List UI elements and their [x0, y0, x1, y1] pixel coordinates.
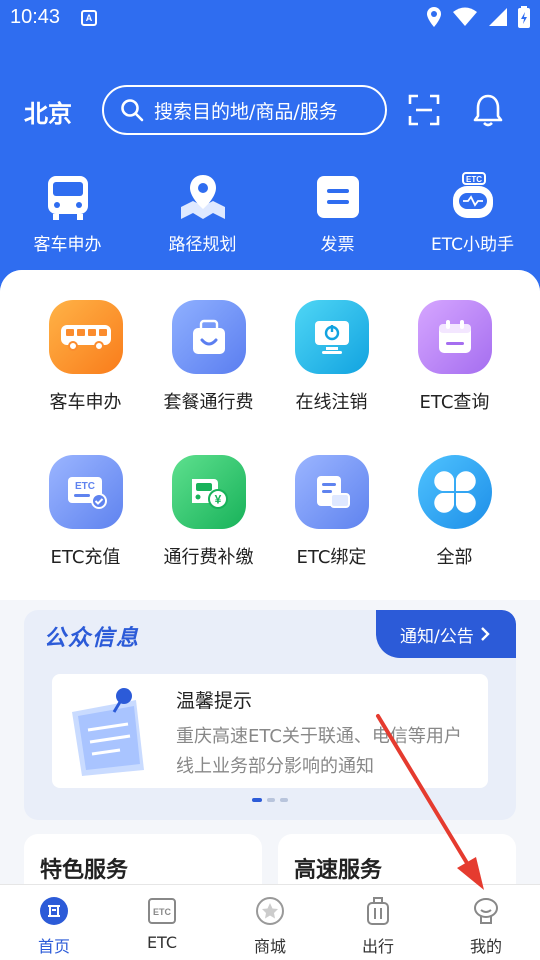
- bus-icon: [60, 325, 111, 351]
- home-icon: [40, 897, 68, 925]
- quick-action-label: 客车申办: [33, 235, 102, 255]
- nav-travel[interactable]: 出行: [324, 885, 432, 960]
- status-bar: 10:43 A: [0, 0, 540, 38]
- service-etc-bind[interactable]: ETC绑定: [270, 455, 393, 569]
- header-background: [0, 0, 540, 300]
- clover-icon: [433, 471, 476, 513]
- carousel-dot: [267, 798, 275, 802]
- service-label: ETC绑定: [296, 547, 367, 568]
- svg-text:¥: ¥: [214, 493, 221, 507]
- public-info-title: 公众信息: [44, 626, 141, 651]
- carousel-indicator: [252, 798, 288, 802]
- svg-text:ETC: ETC: [75, 481, 95, 492]
- search-input[interactable]: 搜索目的地/商品/服务: [102, 85, 387, 135]
- quick-actions: 客车申办 路径规划 发票 ETC ETC小助手: [0, 172, 540, 255]
- service-grid-row-1: 客车申办 套餐通行费 在线注销 ETC查询: [24, 300, 516, 414]
- notice-tab-label: 通知/公告: [400, 626, 474, 647]
- etc-tab-icon: ETC: [148, 898, 176, 924]
- signal-icon: [489, 8, 507, 26]
- notice-banner[interactable]: 温馨提示 重庆高速ETC关于联通、电信等用户线上业务部分影响的通知: [52, 674, 488, 788]
- battery-icon: [518, 6, 530, 28]
- search-placeholder: 搜索目的地/商品/服务: [154, 100, 338, 123]
- featured-services-title: 特色服务: [40, 858, 129, 883]
- carousel-dot-active: [252, 798, 262, 802]
- status-time: 10:43: [10, 6, 61, 28]
- quick-action-invoice[interactable]: 发票: [270, 172, 405, 255]
- svg-text:ETC: ETC: [466, 175, 482, 184]
- service-label: ETC充值: [50, 547, 121, 568]
- city-selector[interactable]: 北京: [24, 94, 72, 129]
- quick-action-route[interactable]: 路径规划: [135, 172, 270, 255]
- luggage-icon: [367, 897, 389, 925]
- nav-label: 商城: [253, 937, 286, 956]
- quick-action-label: 路径规划: [168, 235, 237, 255]
- nav-label: 首页: [37, 937, 70, 956]
- package-bag-icon: [192, 319, 225, 354]
- scan-icon[interactable]: [408, 94, 440, 126]
- nav-label: 出行: [361, 937, 394, 956]
- service-etc-query[interactable]: ETC查询: [393, 300, 516, 414]
- notice-announcement-link[interactable]: 通知/公告: [376, 610, 516, 658]
- pinned-note-icon: [72, 688, 144, 776]
- carousel-dot: [280, 798, 288, 802]
- service-etc-recharge[interactable]: ETC ETC充值: [24, 455, 147, 569]
- search-icon: [121, 99, 144, 122]
- notice-text: 重庆高速ETC关于联通、电信等用户线上业务部分影响的通知: [176, 726, 462, 777]
- invoice-icon: [316, 176, 359, 218]
- bell-icon[interactable]: [472, 93, 504, 127]
- service-online-cancel[interactable]: 在线注销: [270, 300, 393, 414]
- nav-label: 我的: [469, 937, 502, 956]
- service-label: 客车申办: [49, 392, 122, 413]
- nav-home[interactable]: 首页: [0, 885, 108, 960]
- service-label: 套餐通行费: [163, 392, 254, 413]
- public-info-card: 公众信息 通知/公告 温馨提示 重庆高速ETC关于联通、电信等用户线上业务部分影…: [24, 610, 516, 820]
- document-card-icon: [316, 476, 350, 508]
- notification-app-icon: A: [81, 10, 97, 26]
- quick-action-bus[interactable]: 客车申办: [0, 172, 135, 255]
- quick-action-label: 发票: [320, 235, 355, 255]
- highway-services-title: 高速服务: [294, 858, 383, 883]
- wifi-icon: [453, 7, 477, 26]
- etc-robot-icon: ETC: [452, 172, 493, 218]
- service-label: 通行费补缴: [163, 547, 254, 568]
- monitor-power-icon: [314, 321, 349, 354]
- calendar-icon: [438, 320, 471, 353]
- service-package-toll[interactable]: 套餐通行费: [147, 300, 270, 414]
- nav-label: ETC: [146, 933, 178, 952]
- service-toll-repay[interactable]: ¥ 通行费补缴: [147, 455, 270, 569]
- service-all[interactable]: 全部: [393, 455, 516, 569]
- chevron-right-icon: [480, 627, 490, 641]
- service-grid-row-2: ETC ETC充值 ¥ 通行费补缴 ETC绑定 全部: [24, 455, 516, 569]
- quick-action-etc-assistant[interactable]: ETC ETC小助手: [405, 172, 540, 255]
- service-label: 全部: [436, 547, 473, 568]
- nav-profile[interactable]: 我的: [432, 885, 540, 960]
- profile-icon: [474, 898, 498, 924]
- notice-heading: 温馨提示: [176, 690, 253, 712]
- map-pin-icon: [180, 175, 225, 219]
- service-label: 在线注销: [295, 392, 368, 413]
- etc-card-icon: ETC: [67, 477, 107, 509]
- quick-action-label: ETC小助手: [431, 235, 514, 255]
- nav-mall[interactable]: 商城: [216, 885, 324, 960]
- car-yuan-icon: ¥: [191, 479, 228, 509]
- top-bar: 北京 搜索目的地/商品/服务: [0, 84, 540, 136]
- bottom-navigation: 首页 ETC ETC 商城 出行 我的: [0, 884, 540, 960]
- service-bus-apply[interactable]: 客车申办: [24, 300, 147, 414]
- location-icon: [427, 7, 441, 27]
- main-panel: 客车申办 套餐通行费 在线注销 ETC查询 ETC ETC充值 ¥ 通行费补缴 …: [0, 270, 540, 890]
- bus-front-icon: [47, 176, 88, 220]
- nav-etc[interactable]: ETC ETC: [108, 885, 216, 960]
- mall-icon: [256, 897, 284, 925]
- svg-text:ETC: ETC: [153, 907, 172, 917]
- service-label: ETC查询: [419, 392, 490, 413]
